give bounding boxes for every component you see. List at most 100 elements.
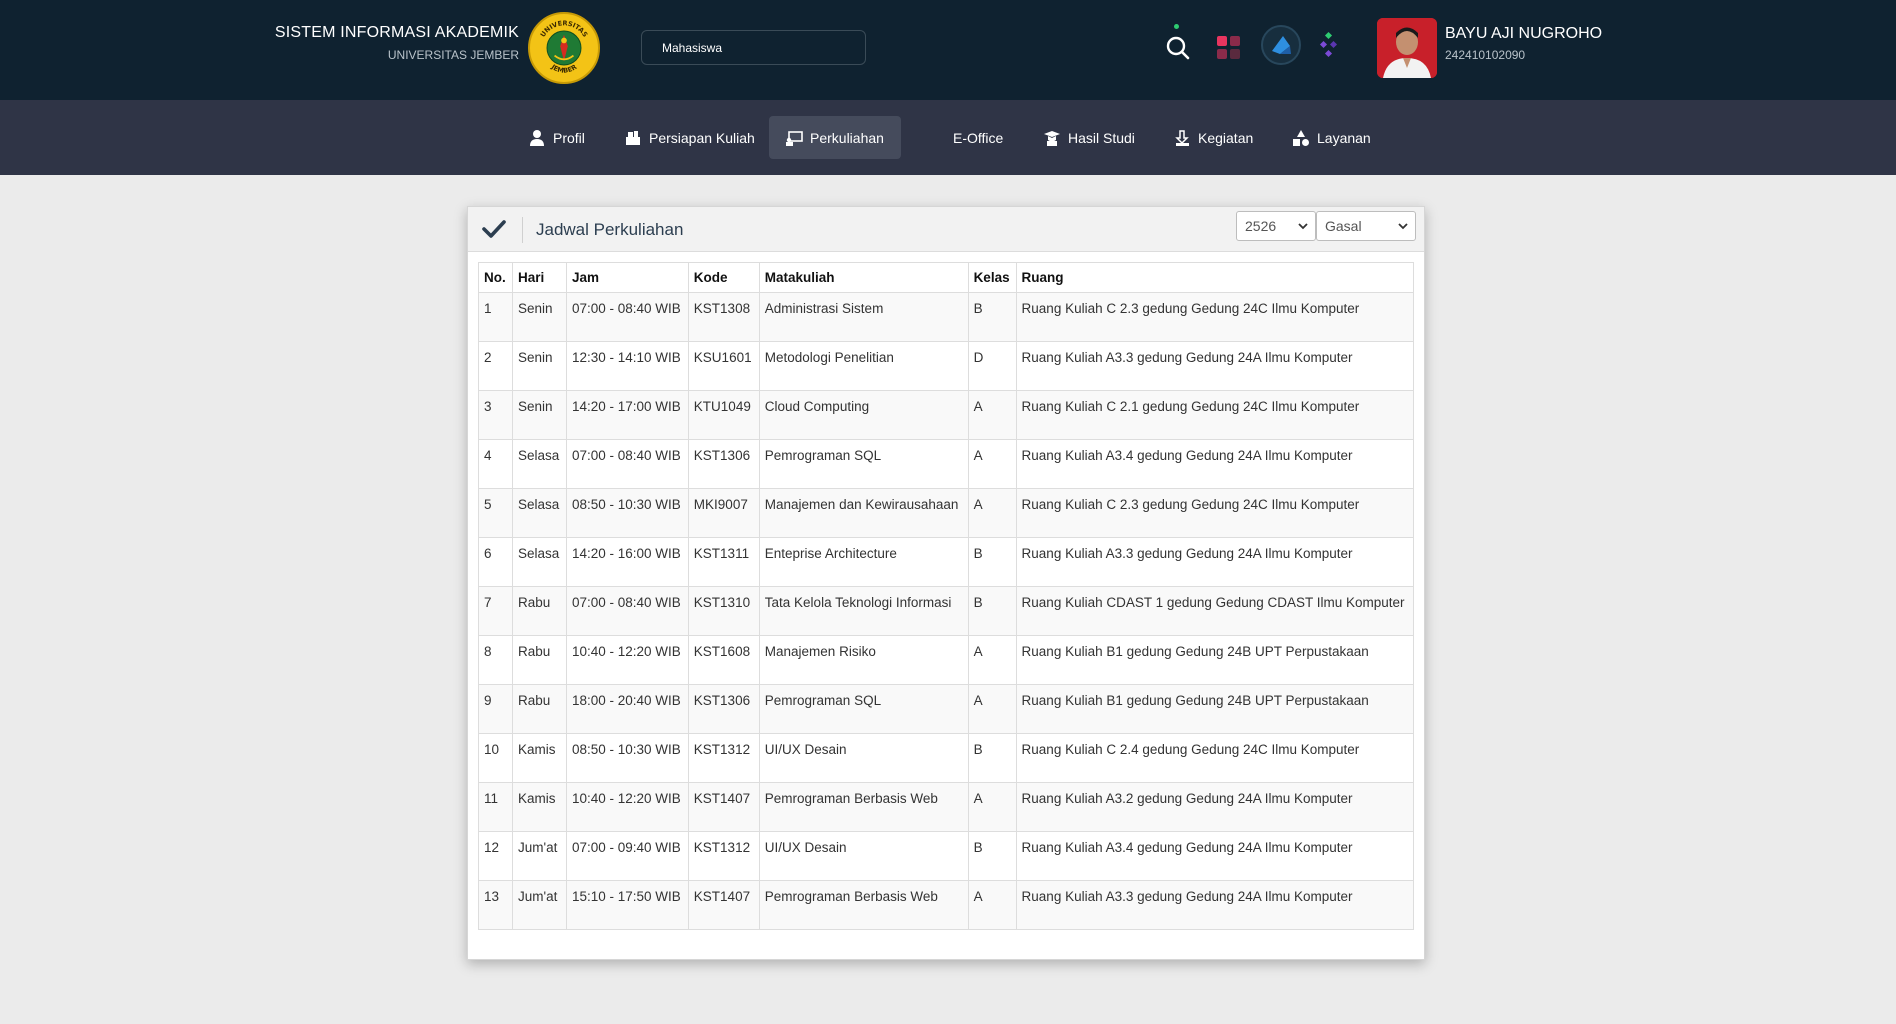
nav-item-label: Perkuliahan xyxy=(810,129,884,146)
table-row: 11 Kamis 10:40 - 12:20 WIB KST1407 Pemrogram… xyxy=(478,781,1415,832)
cell-course-code: KST1407 xyxy=(687,781,760,832)
cell-day: Senin xyxy=(511,291,567,342)
panel-title: Jadwal Perkuliahan xyxy=(536,220,684,239)
search-icon[interactable] xyxy=(1161,28,1195,62)
cell-room: Ruang Kuliah A3.3 gedung Gedung 24A Ilmu… xyxy=(1015,340,1415,391)
cell-course-name: Cloud Computing xyxy=(758,389,969,440)
cell-course-code: KST1407 xyxy=(687,879,760,930)
cell-class: A xyxy=(967,438,1017,489)
cell-course-code: KST1312 xyxy=(687,830,760,881)
cell-course-code: KST1306 xyxy=(687,438,760,489)
nav-item-label: Kegiatan xyxy=(1198,129,1254,146)
shapes-icon xyxy=(1292,129,1310,147)
cell-course-name: Tata Kelola Teknologi Informasi xyxy=(758,585,969,636)
cell-day: Rabu xyxy=(511,634,567,685)
nav-item-kegiatan[interactable]: Kegiatan xyxy=(1157,116,1269,159)
cell-day: Jum'at xyxy=(511,830,567,881)
role-select[interactable]: Mahasiswa xyxy=(641,30,866,65)
cell-row-number: 12 xyxy=(478,830,513,881)
apps-grid-icon[interactable] xyxy=(1212,28,1246,62)
cell-room: Ruang Kuliah A3.2 gedung Gedung 24A Ilmu… xyxy=(1015,781,1415,832)
cell-class: D xyxy=(967,340,1017,391)
cell-room: Ruang Kuliah C 2.3 gedung Gedung 24C Ilm… xyxy=(1015,291,1415,342)
nav-item-perkuliahan[interactable]: Perkuliahan xyxy=(769,116,901,159)
nav-item-hasil-studi[interactable]: Hasil Studi xyxy=(1027,116,1151,159)
cell-course-name: Manajemen dan Kewirausahaan xyxy=(758,487,969,538)
cell-course-name: Pemrograman SQL xyxy=(758,438,969,489)
chevron-down-icon xyxy=(1398,221,1408,231)
cell-course-name: Pemrograman SQL xyxy=(758,683,969,734)
user-name[interactable]: BAYU AJI NUGROHO xyxy=(1445,25,1602,43)
cell-time: 14:20 - 16:00 WIB xyxy=(565,536,689,587)
semester-select[interactable]: Gasal xyxy=(1316,211,1416,241)
table-row: 2 Senin 12:30 - 14:10 WIB KSU1601 Metodologi… xyxy=(478,340,1415,391)
cell-day: Rabu xyxy=(511,683,567,734)
nav-item-label: E-Office xyxy=(953,129,1004,146)
cell-day: Kamis xyxy=(511,781,567,832)
year-select[interactable]: 2526 xyxy=(1236,211,1316,241)
table-row: 9 Rabu 18:00 - 20:40 WIB KST1306 Pemrograman… xyxy=(478,683,1415,734)
nav-item-label: Hasil Studi xyxy=(1068,129,1135,146)
panel-header: Jadwal Perkuliahan 2526 Gasal xyxy=(468,207,1424,252)
table-row: 6 Selasa 14:20 - 16:00 WIB KST1311 Enteprise… xyxy=(478,536,1415,587)
cell-row-number: 3 xyxy=(478,389,513,440)
cell-class: A xyxy=(967,389,1017,440)
table-row: 5 Selasa 08:50 - 10:30 WIB MKI9007 Manajemen… xyxy=(478,487,1415,538)
cell-course-name: Enteprise Architecture xyxy=(758,536,969,587)
university-logo[interactable]: UNIVERSITAS JEMBER xyxy=(528,12,600,84)
cell-course-code: KST1608 xyxy=(687,634,760,685)
cell-time: 12:30 - 14:10 WIB xyxy=(565,340,689,391)
nav-item-profil[interactable]: Profil xyxy=(512,116,601,159)
cell-class: A xyxy=(967,781,1017,832)
cell-room: Ruang Kuliah A3.4 gedung Gedung 24A Ilmu… xyxy=(1015,438,1415,489)
cell-room: Ruang Kuliah A3.4 gedung Gedung 24A Ilmu… xyxy=(1015,830,1415,881)
cell-row-number: 8 xyxy=(478,634,513,685)
schedule-panel: Jadwal Perkuliahan 2526 Gasal No. Hari J… xyxy=(467,206,1425,960)
nav-item-layanan[interactable]: Layanan xyxy=(1276,116,1387,159)
cell-course-name: Pemrograman Berbasis Web xyxy=(758,879,969,930)
cell-row-number: 13 xyxy=(478,879,513,930)
semester-select-value: Gasal xyxy=(1325,218,1362,234)
cell-class: B xyxy=(967,291,1017,342)
nav-item-label: Persiapan Kuliah xyxy=(649,129,755,146)
cell-day: Selasa xyxy=(511,438,567,489)
cell-class: B xyxy=(967,830,1017,881)
column-header: Matakuliah xyxy=(758,262,969,293)
launch-icon[interactable] xyxy=(1260,24,1302,66)
cell-day: Rabu xyxy=(511,585,567,636)
top-header: SISTEM INFORMASI AKADEMIK UNIVERSITAS JE… xyxy=(0,0,1896,100)
cell-course-code: KST1312 xyxy=(687,732,760,783)
cell-class: B xyxy=(967,536,1017,587)
avatar[interactable] xyxy=(1377,18,1437,78)
table-row: 10 Kamis 08:50 - 10:30 WIB KST1312 UI/UX Des… xyxy=(478,732,1415,783)
cell-course-code: KSU1601 xyxy=(687,340,760,391)
cell-row-number: 10 xyxy=(478,732,513,783)
column-header: Ruang xyxy=(1015,262,1415,293)
cell-time: 07:00 - 08:40 WIB xyxy=(565,585,689,636)
cell-row-number: 1 xyxy=(478,291,513,342)
cell-room: Ruang Kuliah C 2.4 gedung Gedung 24C Ilm… xyxy=(1015,732,1415,783)
chevron-down-icon xyxy=(1298,221,1308,231)
cell-course-name: Pemrograman Berbasis Web xyxy=(758,781,969,832)
nav-item-e-office[interactable]: E-Office xyxy=(937,116,1019,159)
cell-time: 08:50 - 10:30 WIB xyxy=(565,732,689,783)
cell-course-code: KST1308 xyxy=(687,291,760,342)
cell-room: Ruang Kuliah B1 gedung Gedung 24B UPT Pe… xyxy=(1015,683,1415,734)
cell-row-number: 11 xyxy=(478,781,513,832)
diamond-dots-icon[interactable] xyxy=(1318,28,1352,62)
main-nav: Profil Persiapan Kuliah Perkuliahan E-Of… xyxy=(0,100,1896,175)
column-header: Jam xyxy=(565,262,689,293)
cell-course-code: MKI9007 xyxy=(687,487,760,538)
brand: SISTEM INFORMASI AKADEMIK UNIVERSITAS JE… xyxy=(275,24,519,62)
cell-class: A xyxy=(967,487,1017,538)
cell-course-code: KST1311 xyxy=(687,536,760,587)
user-nim: 242410102090 xyxy=(1445,48,1526,62)
activity-icon xyxy=(1173,129,1191,147)
table-row: 4 Selasa 07:00 - 08:40 WIB KST1306 Pemrogram… xyxy=(478,438,1415,489)
cell-course-name: Administrasi Sistem xyxy=(758,291,969,342)
nav-item-persiapan-kuliah[interactable]: Persiapan Kuliah xyxy=(608,116,771,159)
cell-room: Ruang Kuliah C 2.1 gedung Gedung 24C Ilm… xyxy=(1015,389,1415,440)
cell-course-code: KST1310 xyxy=(687,585,760,636)
table-row: 13 Jum'at 15:10 - 17:50 WIB KST1407 Pemrogra… xyxy=(478,879,1415,930)
cell-day: Senin xyxy=(511,340,567,391)
